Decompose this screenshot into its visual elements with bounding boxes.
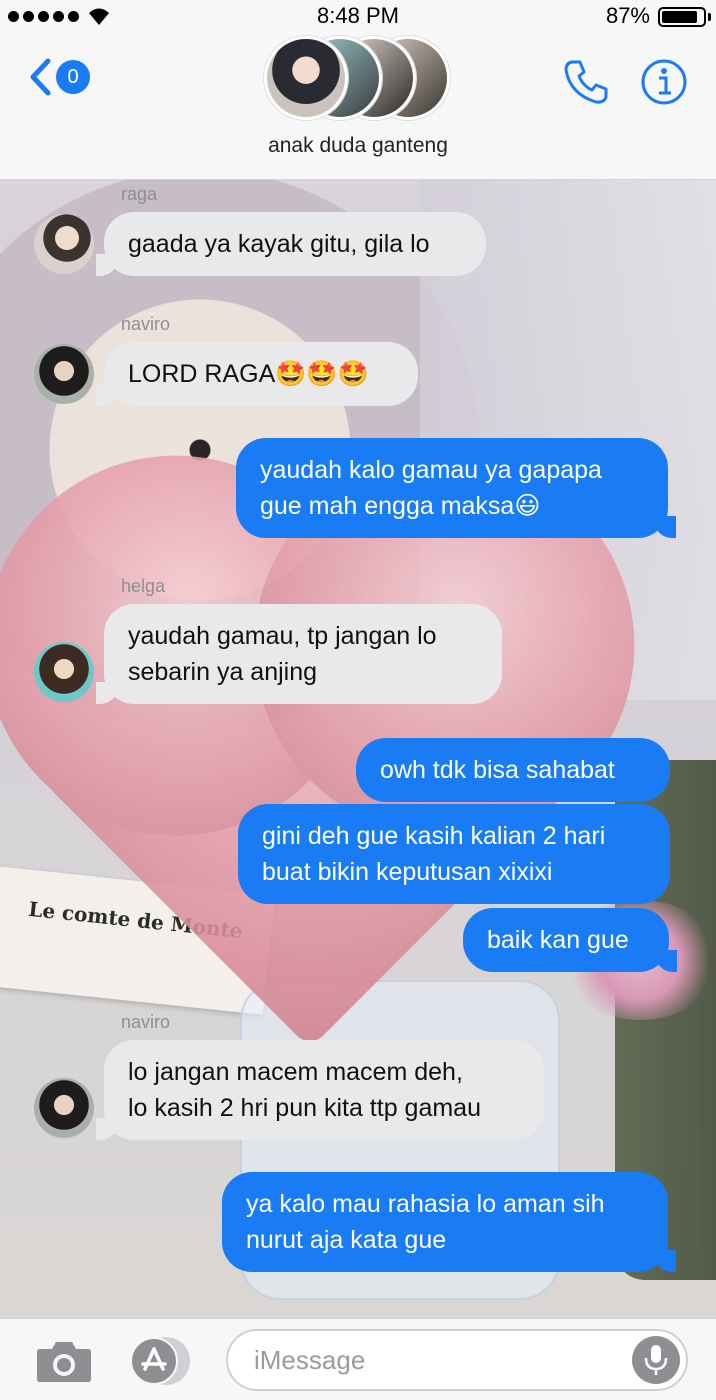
phone-icon[interactable] (562, 58, 610, 106)
battery-icon (658, 7, 706, 27)
sender-name: naviro (121, 314, 171, 334)
battery-percent: 87% (605, 3, 650, 28)
group-avatars[interactable] (264, 34, 454, 124)
incoming-message[interactable]: yaudah gamau, tp jangan lo sebarin ya an… (96, 604, 502, 704)
app-store-glyph (141, 1347, 167, 1371)
incoming-message[interactable]: lo jangan macem macem deh, lo kasih 2 hr… (96, 1040, 544, 1140)
app-store-icon (130, 1337, 178, 1385)
info-icon[interactable] (640, 58, 688, 106)
outgoing-message[interactable]: owh tdk bisa sahabat (356, 738, 670, 802)
back-button[interactable]: 0 (28, 58, 90, 96)
incoming-message[interactable]: gaada ya kayak gitu, gila lo (96, 212, 486, 276)
outgoing-message[interactable]: gini deh gue kasih kalian 2 hari buat bi… (238, 804, 670, 904)
incoming-message[interactable]: LORD RAGA🤩🤩🤩 (96, 342, 418, 406)
member-avatar (264, 36, 348, 120)
microphone-button[interactable] (632, 1336, 680, 1384)
sender-name: naviro (121, 1012, 171, 1032)
message-input[interactable] (254, 1345, 614, 1376)
battery-tip (708, 13, 711, 21)
outgoing-message[interactable]: baik kan gue (463, 908, 677, 972)
avatar[interactable] (34, 1078, 94, 1138)
battery-fill (662, 11, 697, 23)
microphone-icon (644, 1345, 668, 1375)
chevron-left-icon (30, 58, 51, 96)
avatar[interactable] (34, 344, 94, 404)
status-bar: 8:48 PM 87% (0, 0, 716, 34)
outgoing-message[interactable]: ya kalo mau rahasia lo aman sih nurut aj… (222, 1172, 676, 1272)
conversation-header: 0 anak duda ganteng (0, 34, 716, 180)
compose-bar (0, 1318, 716, 1400)
camera-icon[interactable] (36, 1339, 92, 1383)
sender-name: raga (121, 184, 158, 204)
app-store-button[interactable] (130, 1337, 194, 1385)
avatar[interactable] (34, 214, 94, 274)
outgoing-message[interactable]: yaudah kalo gamau ya gapapa gue mah engg… (236, 438, 676, 538)
group-name[interactable]: anak duda ganteng (0, 134, 716, 158)
avatar[interactable] (34, 642, 94, 702)
sender-name: helga (121, 576, 166, 596)
message-field[interactable] (226, 1329, 688, 1391)
unread-badge: 0 (56, 60, 90, 94)
